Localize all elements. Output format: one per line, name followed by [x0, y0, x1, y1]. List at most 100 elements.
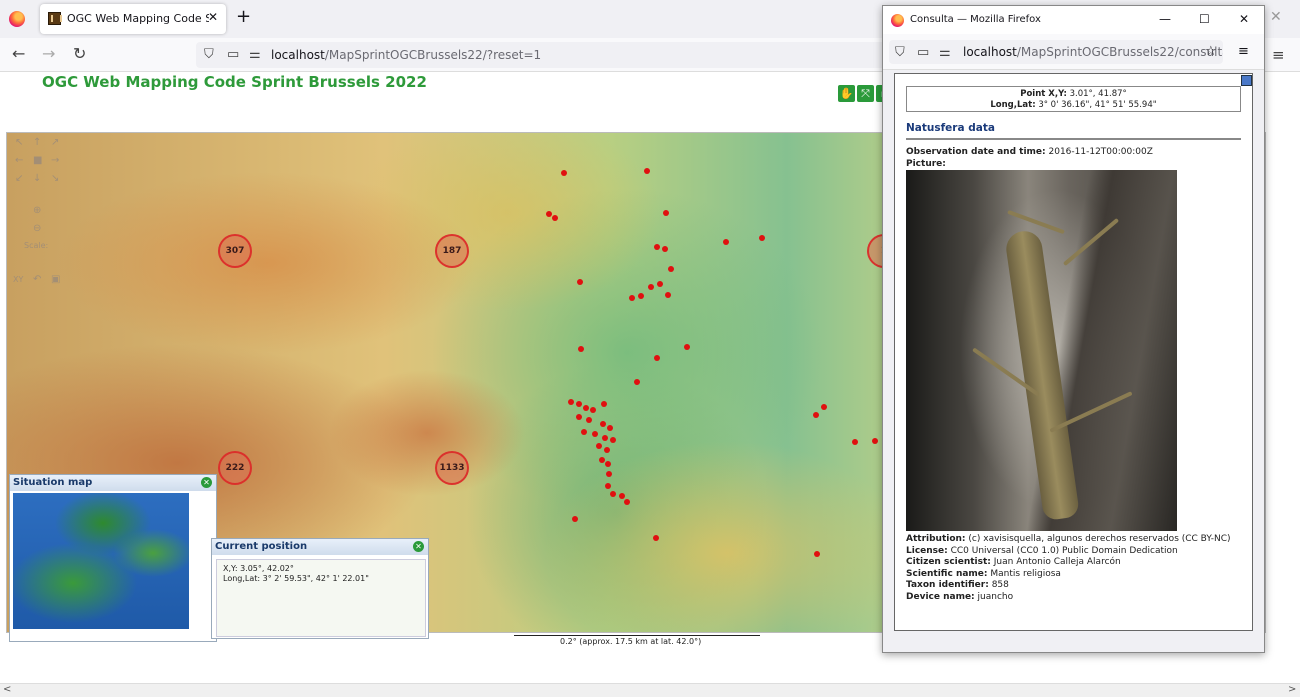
menu-icon[interactable]: ≡ [1272, 46, 1285, 64]
zoom-in-icon[interactable]: ⊕ [33, 205, 41, 216]
observation-point[interactable] [601, 401, 607, 407]
xy-toggle-icon[interactable]: XY [13, 275, 23, 284]
observation-point[interactable] [684, 344, 690, 350]
observation-point[interactable] [654, 244, 660, 250]
observation-point[interactable] [657, 281, 663, 287]
observation-point[interactable] [610, 437, 616, 443]
observation-point[interactable] [644, 168, 650, 174]
observation-point[interactable] [654, 355, 660, 361]
undo-icon[interactable]: ↶ [33, 274, 41, 285]
observation-photo[interactable] [906, 170, 1177, 531]
observation-point[interactable] [665, 292, 671, 298]
observation-point[interactable] [581, 429, 587, 435]
pan-south-icon[interactable]: ↓ [33, 173, 41, 184]
observation-point[interactable] [604, 447, 610, 453]
shield-icon[interactable]: ⛉ [895, 45, 905, 60]
close-icon[interactable]: ✕ [413, 541, 424, 552]
cluster-marker[interactable]: 307 [218, 234, 252, 268]
cluster-marker[interactable]: 1133 [435, 451, 469, 485]
observation-point[interactable] [606, 471, 612, 477]
popup-url-bar[interactable]: ⛉ ▭ ⚌ localhost/MapSprintOGCBrussels22/c… [889, 40, 1223, 64]
observation-point[interactable] [638, 293, 644, 299]
tab-close-button[interactable]: ✕ [208, 10, 218, 24]
pan-northwest-icon[interactable]: ↖ [15, 137, 23, 148]
maximize-icon[interactable]: ☐ [1199, 12, 1210, 26]
pan-east-icon[interactable]: → [51, 155, 59, 166]
permissions-icon[interactable]: ⚌ [939, 45, 951, 60]
observation-point[interactable] [662, 246, 668, 252]
observation-point[interactable] [629, 295, 635, 301]
refresh-icon[interactable] [1241, 75, 1252, 86]
pan-northeast-icon[interactable]: ↗ [51, 137, 59, 148]
observation-point[interactable] [668, 266, 674, 272]
observation-point[interactable] [663, 210, 669, 216]
pan-southeast-icon[interactable]: ↘ [51, 173, 59, 184]
menu-icon[interactable]: ≡ [1238, 44, 1249, 59]
pan-north-icon[interactable]: ↑ [33, 137, 41, 148]
home-extent-icon[interactable]: ■ [33, 155, 42, 166]
observation-point[interactable] [599, 457, 605, 463]
zoom-out-icon[interactable]: ⊖ [33, 223, 41, 234]
observation-point[interactable] [602, 435, 608, 441]
pan-hand-icon[interactable]: ✋ [838, 85, 855, 102]
scroll-left-icon[interactable]: < [3, 684, 11, 695]
observation-point[interactable] [813, 412, 819, 418]
observation-point[interactable] [561, 170, 567, 176]
observation-point[interactable] [821, 404, 827, 410]
observation-point[interactable] [723, 239, 729, 245]
observation-point[interactable] [590, 407, 596, 413]
url-bar[interactable]: ⛉ ▭ ⚌ localhost/MapSprintOGCBrussels22/?… [196, 42, 886, 68]
observation-point[interactable] [607, 425, 613, 431]
minimize-icon[interactable]: — [1159, 12, 1171, 26]
observation-point[interactable] [592, 431, 598, 437]
observation-point[interactable] [619, 493, 625, 499]
observation-point[interactable] [759, 235, 765, 241]
close-icon[interactable]: ✕ [1239, 12, 1249, 26]
observation-point[interactable] [653, 535, 659, 541]
reload-icon[interactable]: ↻ [73, 44, 86, 63]
observation-point[interactable] [624, 499, 630, 505]
cluster-marker[interactable]: 222 [218, 451, 252, 485]
horizontal-scrollbar[interactable]: < > [0, 683, 1300, 697]
observation-point[interactable] [572, 516, 578, 522]
observation-point[interactable] [568, 399, 574, 405]
observation-point[interactable] [576, 401, 582, 407]
observation-point[interactable] [600, 421, 606, 427]
new-tab-button[interactable]: + [236, 6, 251, 27]
observation-point[interactable] [872, 438, 878, 444]
cluster-marker[interactable]: 187 [435, 234, 469, 268]
layers-icon[interactable]: ▣ [51, 274, 60, 285]
tab-ogc-sprint[interactable]: OGC Web Mapping Code Sprint ✕ [40, 4, 226, 34]
observation-point[interactable] [814, 551, 820, 557]
scroll-right-icon[interactable]: > [1288, 684, 1296, 695]
observation-point[interactable] [596, 443, 602, 449]
close-icon[interactable]: ✕ [201, 477, 212, 488]
page-info-icon[interactable]: ▭ [227, 47, 239, 62]
popup-url-text[interactable]: localhost/MapSprintOGCBrussels22/consult… [963, 45, 1223, 59]
observation-point[interactable] [583, 405, 589, 411]
firefox-logo-icon[interactable] [9, 11, 25, 27]
observation-point[interactable] [634, 379, 640, 385]
observation-point[interactable] [605, 483, 611, 489]
observation-point[interactable] [852, 439, 858, 445]
observation-point[interactable] [586, 417, 592, 423]
url-text[interactable]: localhost/MapSprintOGCBrussels22/?reset=… [271, 48, 541, 62]
back-arrow-icon[interactable]: ← [12, 44, 25, 63]
observation-point[interactable] [578, 346, 584, 352]
pan-southwest-icon[interactable]: ↙ [15, 173, 23, 184]
full-extent-icon[interactable]: ⤧ [857, 85, 874, 102]
observation-point[interactable] [605, 461, 611, 467]
observation-point[interactable] [576, 414, 582, 420]
pan-west-icon[interactable]: ← [15, 155, 23, 166]
permissions-icon[interactable]: ⚌ [249, 47, 261, 62]
observation-point[interactable] [577, 279, 583, 285]
situation-map-image[interactable] [13, 493, 189, 629]
observation-point[interactable] [610, 491, 616, 497]
observation-point[interactable] [546, 211, 552, 217]
forward-arrow-icon[interactable]: → [42, 44, 55, 63]
observation-point[interactable] [552, 215, 558, 221]
shield-icon[interactable]: ⛉ [204, 47, 214, 62]
window-close-button[interactable]: ✕ [1270, 9, 1282, 25]
page-info-icon[interactable]: ▭ [917, 45, 929, 60]
bookmark-star-icon[interactable]: ☆ [1205, 44, 1217, 59]
